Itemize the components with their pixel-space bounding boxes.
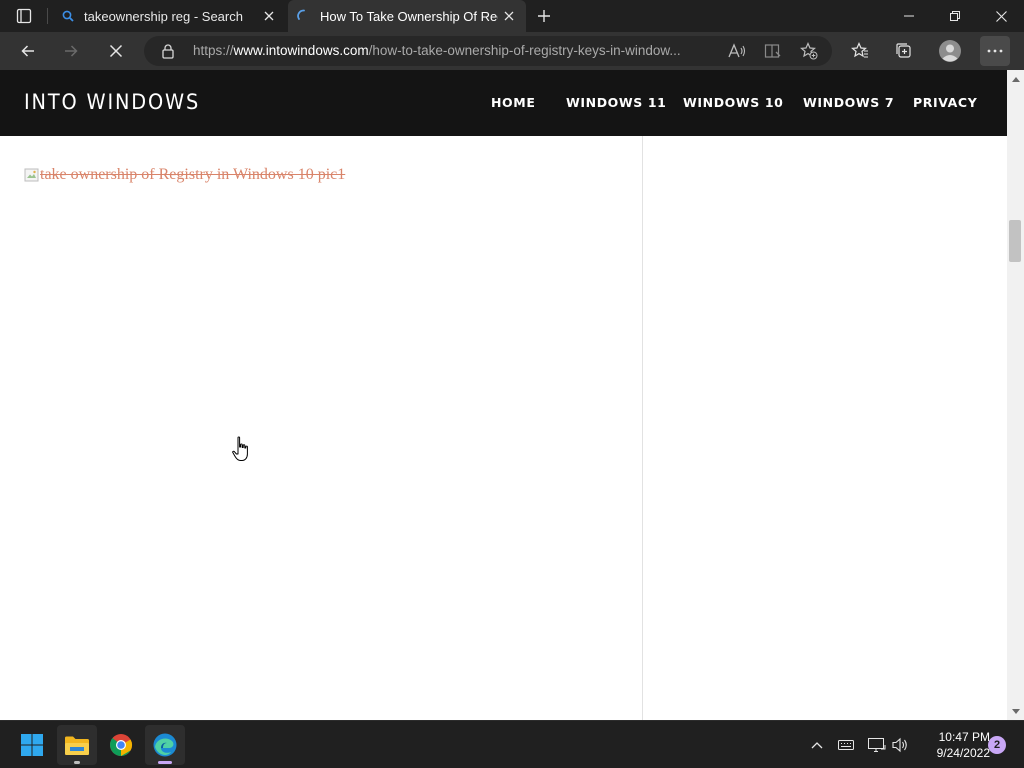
address-bar[interactable]: https://www.intowindows.com/how-to-take-… [144, 36, 832, 66]
file-explorer-icon [65, 736, 89, 755]
tab-search[interactable]: takeownership reg - Search [52, 0, 286, 32]
back-button[interactable] [13, 36, 43, 66]
lock-icon[interactable] [160, 43, 176, 59]
search-icon [60, 8, 76, 24]
edge-taskbar-button[interactable] [145, 725, 185, 765]
start-button[interactable] [12, 725, 52, 765]
hand-cursor-icon [232, 436, 248, 461]
tab-active-article[interactable]: How To Take Ownership Of Registry Keys [288, 0, 526, 32]
close-icon[interactable] [258, 5, 280, 27]
article-image-link[interactable]: take ownership of Registry in Windows 10… [24, 166, 345, 184]
tab-actions-icon[interactable] [12, 7, 36, 25]
keyboard-icon[interactable] [836, 735, 856, 755]
network-icon[interactable] [867, 735, 887, 755]
broken-image-icon [24, 168, 39, 182]
close-icon[interactable] [498, 5, 520, 27]
tab-title: How To Take Ownership Of Registry Keys [320, 8, 498, 24]
volume-icon[interactable] [891, 735, 911, 755]
edge-icon [153, 733, 177, 757]
collections-icon[interactable] [889, 36, 919, 66]
notification-badge[interactable]: 2 [988, 736, 1006, 754]
chrome-icon [109, 734, 132, 756]
web-page: INTO WINDOWS HOME WINDOWS 11 WINDOWS 10 … [0, 70, 1007, 720]
clock-time: 10:47 PM [938, 730, 990, 744]
chrome-taskbar-button[interactable] [101, 725, 141, 765]
nav-home[interactable]: HOME [491, 95, 535, 110]
scroll-down-arrow-icon[interactable] [1010, 706, 1021, 717]
page-scrollbar[interactable] [1007, 70, 1024, 720]
system-clock[interactable]: 10:47 PM 9/24/2022 [918, 729, 990, 761]
file-explorer-taskbar-button[interactable] [57, 725, 97, 765]
loading-spinner-icon [296, 8, 312, 24]
sidebar [644, 136, 1007, 720]
nav-privacy[interactable]: PRIVACY [913, 95, 977, 110]
minimize-button[interactable] [886, 0, 932, 32]
active-indicator [158, 761, 172, 764]
tab-title: takeownership reg - Search [84, 8, 243, 24]
article-content: take ownership of Registry in Windows 10… [0, 136, 643, 720]
site-logo[interactable]: INTO WINDOWS [24, 90, 200, 114]
restore-button[interactable] [932, 0, 978, 32]
add-favorite-icon[interactable] [799, 41, 819, 61]
browser-toolbar: https://www.intowindows.com/how-to-take-… [0, 32, 1024, 70]
tab-separator [47, 8, 48, 24]
windows-taskbar: 10:47 PM 9/24/2022 2 [0, 720, 1024, 768]
new-tab-button[interactable] [532, 4, 556, 28]
clock-date: 9/24/2022 [936, 746, 990, 760]
nav-windows-11[interactable]: WINDOWS 11 [566, 95, 666, 110]
chevron-up-icon[interactable] [807, 735, 827, 755]
url-scheme: https:// [193, 43, 234, 58]
profile-avatar[interactable] [935, 36, 965, 66]
scroll-up-arrow-icon[interactable] [1010, 73, 1021, 84]
site-header: INTO WINDOWS HOME WINDOWS 11 WINDOWS 10 … [0, 70, 1007, 136]
nav-windows-10[interactable]: WINDOWS 10 [683, 95, 783, 110]
start-icon [21, 734, 43, 756]
settings-more-icon[interactable] [980, 36, 1010, 66]
immersive-reader-icon[interactable] [763, 41, 783, 61]
nav-windows-7[interactable]: WINDOWS 7 [803, 95, 894, 110]
forward-button[interactable] [56, 36, 86, 66]
read-aloud-icon[interactable] [727, 41, 747, 61]
tab-bar: takeownership reg - Search How To Take O… [0, 0, 1024, 32]
url-path: /how-to-take-ownership-of-registry-keys-… [368, 43, 681, 58]
favorites-icon[interactable] [845, 36, 875, 66]
url-text[interactable]: https://www.intowindows.com/how-to-take-… [193, 43, 723, 58]
running-indicator [74, 761, 80, 764]
url-host: www.intowindows.com [233, 43, 369, 58]
scrollbar-thumb[interactable] [1009, 220, 1021, 262]
window-close-button[interactable] [978, 0, 1024, 32]
stop-loading-button[interactable] [101, 36, 131, 66]
image-alt-text: take ownership of Registry in Windows 10… [40, 166, 346, 183]
